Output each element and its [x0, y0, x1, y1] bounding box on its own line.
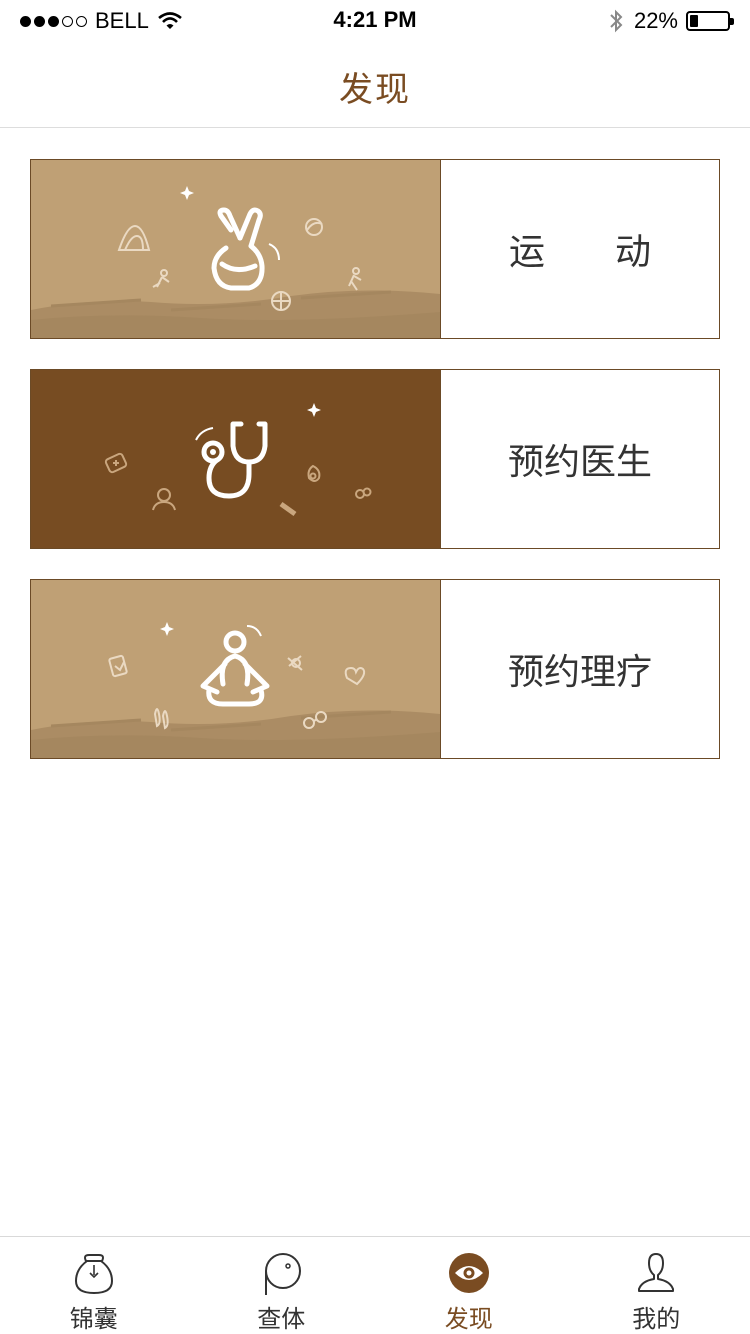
- tab-bar: 锦囊 查体 发现 我的: [0, 1236, 750, 1334]
- pouch-icon: [74, 1254, 113, 1295]
- tab-checkup[interactable]: 查体: [188, 1237, 376, 1334]
- card-book-therapy-label-box: 预约理疗: [440, 580, 719, 758]
- battery-icon: [686, 11, 734, 31]
- card-book-doctor-label-box: 预约医生: [440, 370, 719, 548]
- card-sport-label-box: 运动: [440, 160, 719, 338]
- card-book-therapy-label: 预约理疗: [507, 652, 652, 693]
- battery-percent: 22%: [633, 8, 678, 33]
- card-book-therapy[interactable]: 预约理疗: [30, 579, 720, 759]
- stethoscope-icon: [201, 421, 268, 499]
- card-sport-label: 运动: [508, 232, 721, 273]
- tab-pouch-label: 锦囊: [69, 1305, 118, 1333]
- checkup-icon: [265, 1253, 302, 1295]
- bluetooth-icon: [610, 9, 623, 33]
- card-sport[interactable]: 运动: [30, 159, 720, 339]
- meditation-icon: [200, 630, 270, 707]
- card-book-doctor-label: 预约医生: [507, 442, 652, 483]
- person-icon: [638, 1253, 675, 1292]
- tab-mine-label: 我的: [632, 1305, 681, 1333]
- tab-pouch[interactable]: 锦囊: [0, 1237, 188, 1334]
- tab-discover[interactable]: 发现: [375, 1237, 563, 1334]
- card-book-doctor-banner: [31, 370, 440, 548]
- card-sport-banner: [31, 160, 440, 338]
- navigation-bar: 发现: [0, 40, 750, 128]
- status-bar: BELL 4:21 PM 22%: [0, 0, 750, 40]
- card-book-doctor[interactable]: 预约医生: [30, 369, 720, 549]
- tab-mine[interactable]: 我的: [563, 1237, 750, 1334]
- tab-discover-label: 发现: [444, 1305, 493, 1333]
- status-right: 22%: [608, 8, 734, 34]
- eye-icon: [448, 1253, 489, 1293]
- card-book-therapy-banner: [31, 580, 440, 758]
- victory-hand-icon: [211, 207, 265, 291]
- tab-checkup-label: 查体: [257, 1305, 306, 1333]
- page-title: 发现: [339, 70, 411, 110]
